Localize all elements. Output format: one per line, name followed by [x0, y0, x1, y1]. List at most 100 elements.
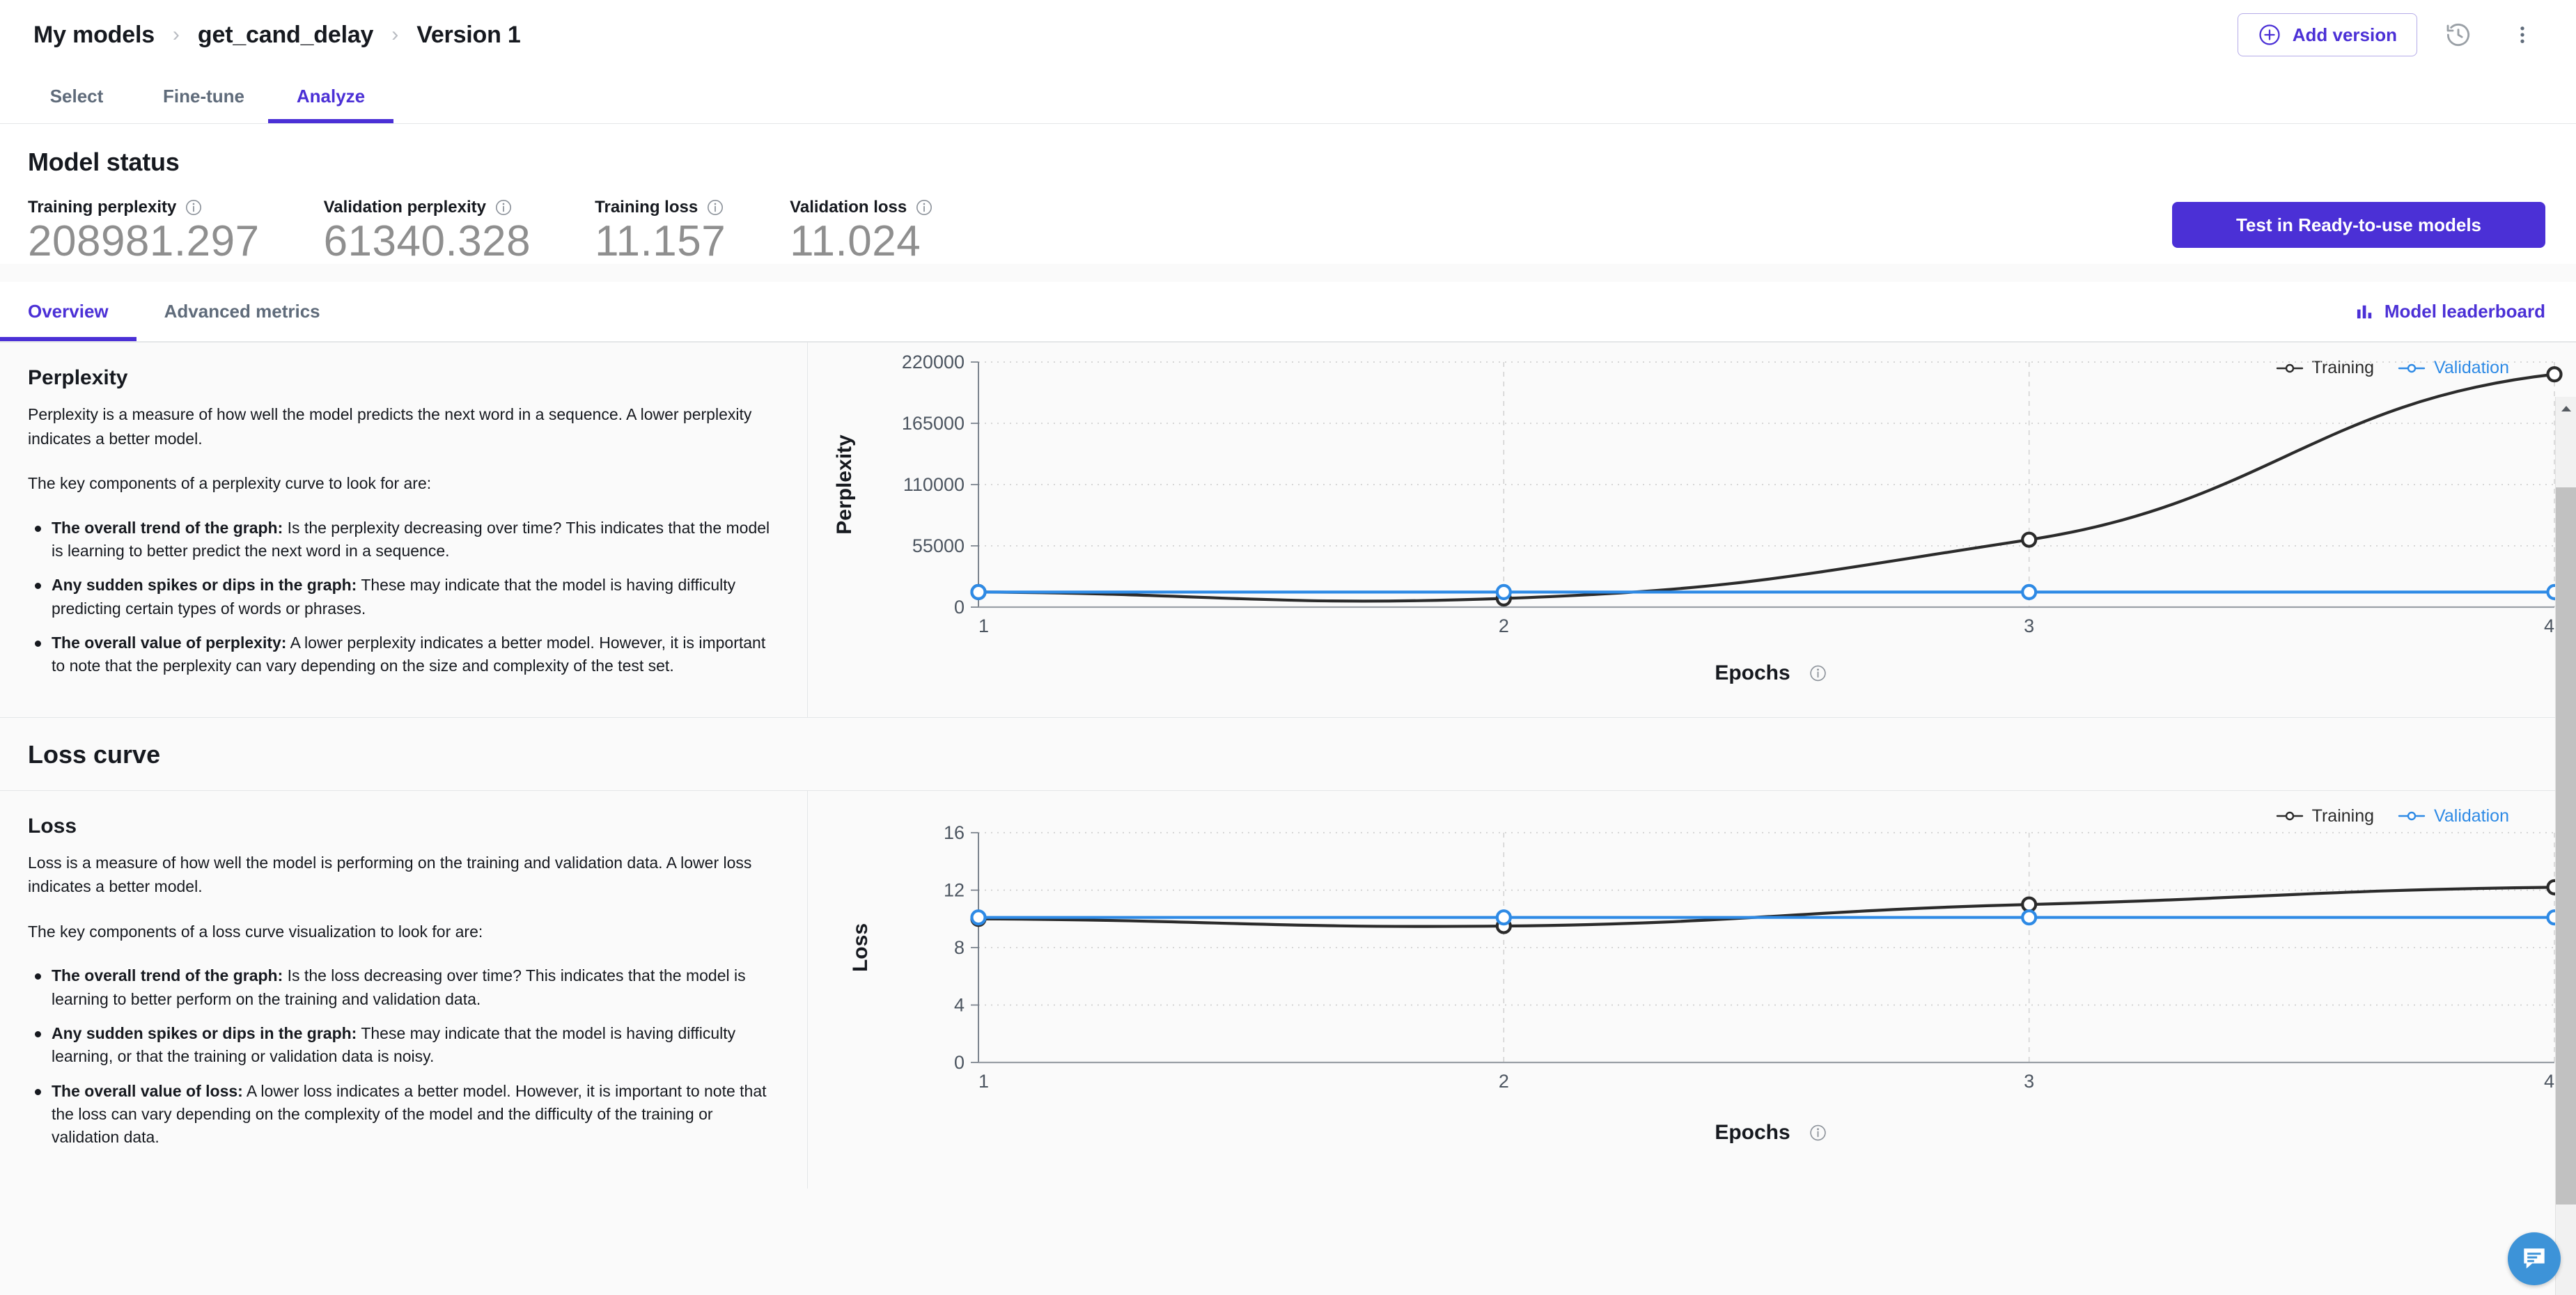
data-point-validation[interactable] — [1495, 583, 1512, 601]
vertical-scrollbar[interactable] — [2555, 397, 2576, 1295]
series-line-training[interactable] — [976, 372, 2557, 603]
metric-validation-loss: Validation loss 11.024 — [790, 198, 933, 264]
metric-training-loss-value: 11.157 — [595, 217, 726, 265]
chart-content: 04812161 2 3 4LossEpochs — [849, 822, 2563, 1144]
chart-content: 0 55000 110000 165000 220000 1 2 3 4 Perplexity Ep… — [833, 352, 2563, 684]
metric-training-perplexity-label-row: Training perplexity — [28, 198, 260, 217]
model-leaderboard-link[interactable]: Model leaderboard — [2355, 301, 2545, 322]
bullet-term: The overall trend of the graph: — [52, 518, 283, 537]
metric-training-perplexity: Training perplexity 208981.297 — [28, 198, 260, 264]
x-tick-label: 4 — [2544, 615, 2554, 636]
breadcrumb-model-name[interactable]: get_cand_delay — [198, 22, 374, 49]
y-tick-label: 4 — [954, 994, 965, 1015]
info-icon[interactable] — [1810, 1124, 1826, 1140]
secondary-tab-bar: Overview Advanced metrics Model leaderbo… — [0, 282, 2576, 343]
metric-training-perplexity-value: 208981.297 — [28, 217, 260, 265]
y-tick-label: 12 — [944, 879, 965, 900]
x-tick-label: 4 — [2544, 1071, 2554, 1092]
series-line-training[interactable] — [976, 885, 2557, 928]
y-tick-label: 8 — [954, 937, 965, 958]
y-tick-label: 55000 — [912, 535, 965, 556]
x-axis-title: Epochs — [1715, 661, 1790, 684]
info-icon[interactable] — [706, 198, 724, 217]
add-version-button[interactable]: Add version — [2237, 13, 2417, 56]
x-tick-label: 3 — [2024, 615, 2034, 636]
scrollbar-thumb[interactable] — [2556, 487, 2576, 1204]
metric-validation-perplexity: Validation perplexity 61340.328 — [324, 198, 531, 264]
data-point-training[interactable] — [2546, 366, 2563, 383]
perplexity-bullet-list: The overall trend of the graph: Is the p… — [28, 517, 776, 678]
tab-advanced-metrics[interactable]: Advanced metrics — [136, 282, 348, 341]
y-tick-label: 110000 — [903, 474, 965, 495]
info-icon[interactable] — [494, 198, 513, 217]
perplexity-panel-row: Perplexity Perplexity is a measure of ho… — [0, 342, 2576, 717]
data-point-training[interactable] — [2021, 896, 2038, 913]
chat-widget-button[interactable] — [2508, 1232, 2561, 1285]
y-tick-label: 220000 — [902, 352, 965, 372]
list-item: Any sudden spikes or dips in the graph: … — [28, 574, 776, 620]
data-point-validation[interactable] — [2021, 583, 2038, 601]
y-tick-label: 16 — [944, 822, 965, 843]
breadcrumb-separator-2: › — [391, 23, 399, 46]
plus-circle-icon — [2258, 23, 2281, 47]
test-in-ready-to-use-models-button[interactable]: Test in Ready-to-use models — [2172, 202, 2545, 248]
bullet-term: The overall value of perplexity: — [52, 633, 287, 652]
perplexity-plot-svg[interactable]: 0 55000 110000 165000 220000 1 2 3 4 Perplexity Ep… — [808, 343, 2575, 691]
breadcrumb-my-models[interactable]: My models — [33, 22, 155, 49]
info-icon[interactable] — [1810, 665, 1826, 682]
tab-fine-tune[interactable]: Fine-tune — [139, 70, 268, 123]
x-tick-label: 2 — [1499, 1071, 1509, 1092]
tab-overview[interactable]: Overview — [0, 282, 136, 342]
y-axis-title: Loss — [849, 923, 872, 972]
x-axis-title: Epochs — [1715, 1121, 1790, 1144]
bullet-term: The overall value of loss: — [52, 1081, 243, 1100]
x-tick-label: 3 — [2024, 1071, 2034, 1092]
metrics-row: Training perplexity 208981.297 Validatio… — [28, 198, 2545, 264]
data-point-training[interactable] — [2021, 531, 2038, 548]
data-point-validation[interactable] — [970, 583, 987, 601]
top-bar: My models › get_cand_delay › Version 1 A… — [0, 0, 2576, 70]
breadcrumb-separator-1: › — [172, 23, 180, 46]
list-item: Any sudden spikes or dips in the graph: … — [28, 1022, 776, 1069]
app-root: My models › get_cand_delay › Version 1 A… — [0, 0, 2576, 1295]
y-tick-label: 165000 — [902, 413, 965, 434]
y-tick-label: 0 — [954, 1052, 965, 1073]
bar-chart-icon — [2355, 302, 2375, 322]
loss-chart-panel: Training Validation 0 4 8 12 16 1 2 3 4 Loss Epoch… — [808, 790, 2576, 1188]
metric-training-loss: Training loss 11.157 — [595, 198, 726, 264]
loss-chart: 0 4 8 12 16 1 2 3 4 Loss Epochs — [808, 791, 2576, 1153]
perplexity-intro: Perplexity is a measure of how well the … — [28, 405, 752, 448]
metric-validation-loss-label-row: Validation loss — [790, 198, 933, 217]
metric-training-loss-label-row: Training loss — [595, 198, 726, 217]
loss-plot-svg[interactable]: 04812161 2 3 4LossEpochs — [808, 791, 2575, 1153]
list-item: The overall trend of the graph: Is the l… — [28, 964, 776, 1011]
metric-validation-perplexity-label-row: Validation perplexity — [324, 198, 531, 217]
loss-description: Loss Loss is a measure of how well the m… — [0, 790, 808, 1188]
x-tick-label: 1 — [978, 615, 989, 636]
list-item: The overall value of loss: A lower loss … — [28, 1080, 776, 1149]
tab-select[interactable]: Select — [14, 70, 139, 123]
loss-heading: Loss — [28, 814, 77, 838]
scroll-up-arrow[interactable] — [2556, 397, 2576, 421]
list-item: The overall value of perplexity: A lower… — [28, 631, 776, 678]
data-point-validation[interactable] — [970, 909, 987, 925]
list-item: The overall trend of the graph: Is the p… — [28, 517, 776, 563]
history-icon-button[interactable] — [2435, 12, 2481, 58]
info-icon[interactable] — [915, 198, 933, 217]
model-status-section: Model status Training perplexity 208981.… — [0, 124, 2576, 264]
breadcrumb: My models › get_cand_delay › Version 1 — [33, 22, 521, 49]
more-options-button[interactable] — [2499, 12, 2545, 58]
loss-bullet-list: The overall trend of the graph: Is the l… — [28, 964, 776, 1149]
tab-analyze[interactable]: Analyze — [268, 70, 393, 123]
model-status-title: Model status — [28, 148, 180, 176]
y-axis-title: Perplexity — [833, 434, 856, 535]
info-icon[interactable] — [185, 198, 203, 217]
data-point-validation[interactable] — [1495, 909, 1512, 925]
metric-training-perplexity-label: Training perplexity — [28, 198, 177, 217]
breadcrumb-version: Version 1 — [416, 21, 521, 48]
loss-panel-row: Loss Loss is a measure of how well the m… — [0, 790, 2576, 1188]
perplexity-description: Perplexity Perplexity is a measure of ho… — [0, 343, 808, 717]
data-point-validation[interactable] — [2021, 909, 2038, 925]
model-leaderboard-label: Model leaderboard — [2384, 301, 2545, 322]
perplexity-lead: The key components of a perplexity curve… — [28, 474, 432, 493]
